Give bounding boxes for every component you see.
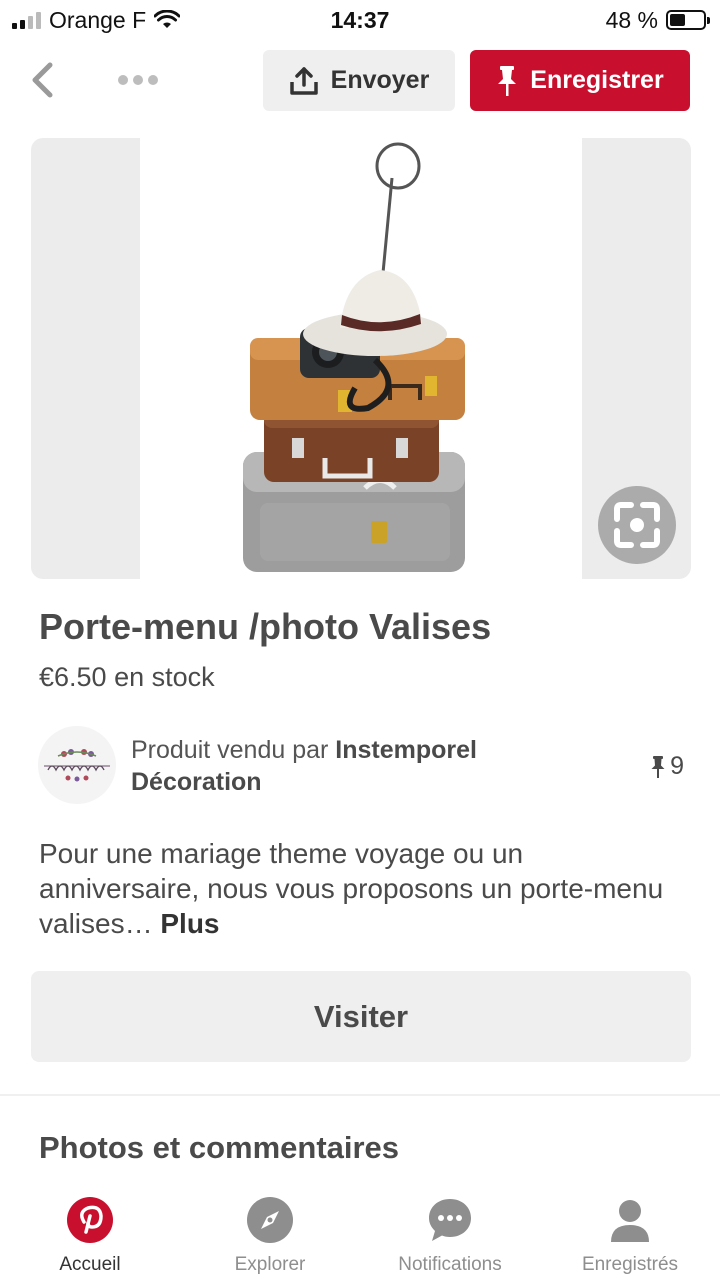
- more-dot-icon: [148, 75, 158, 85]
- person-icon: [606, 1196, 654, 1244]
- pin-count-value: 9: [670, 752, 684, 780]
- compass-icon: [246, 1196, 294, 1244]
- product-description: Pour une mariage theme voyage ou un anni…: [39, 836, 669, 941]
- status-bar: Orange F 14:37 48 %: [0, 0, 720, 40]
- seller-avatar[interactable]: [38, 726, 116, 804]
- pin-icon: [651, 755, 665, 778]
- tab-label: Explorer: [234, 1254, 306, 1275]
- send-label: Envoyer: [330, 66, 430, 94]
- description-text: Pour une mariage theme voyage ou un anni…: [39, 838, 664, 939]
- pinterest-icon: [66, 1196, 114, 1244]
- visit-button[interactable]: Visiter: [31, 971, 691, 1062]
- suitcases-photo-holder-illustration: [243, 142, 465, 572]
- section-title: Photos et commentaires: [39, 1130, 400, 1165]
- tab-label: Accueil: [59, 1254, 121, 1275]
- chevron-left-icon: [32, 62, 53, 98]
- tab-bar: Accueil Explorer Notifications Enregistr…: [0, 1186, 720, 1280]
- save-label: Enregistrer: [530, 66, 664, 94]
- back-button[interactable]: [22, 58, 62, 102]
- tab-label: Notifications: [398, 1254, 502, 1275]
- seller-text: Produit vendu par Instemporel Décoration: [131, 734, 601, 798]
- section-divider: [0, 1094, 720, 1096]
- battery-percentage: 48 %: [605, 6, 658, 33]
- share-upload-icon: [289, 66, 318, 95]
- battery-icon: [666, 10, 710, 30]
- more-dot-icon: [133, 75, 143, 85]
- visual-search-icon: [614, 502, 660, 548]
- seller-row[interactable]: Produit vendu par Instemporel Décoration…: [38, 726, 690, 804]
- battery-info: 48 %: [605, 6, 710, 33]
- tab-label: Enregistrés: [581, 1254, 679, 1275]
- tab-home[interactable]: Accueil: [0, 1196, 180, 1280]
- seller-prefix: Produit vendu par: [131, 736, 336, 764]
- more-options-button[interactable]: [108, 58, 168, 102]
- save-button[interactable]: Enregistrer: [470, 50, 690, 111]
- seller-logo-icon: [44, 749, 110, 782]
- visual-search-button[interactable]: [598, 486, 676, 564]
- send-button[interactable]: Envoyer: [263, 50, 455, 111]
- more-dot-icon: [118, 75, 128, 85]
- product-image-card[interactable]: [31, 138, 691, 579]
- product-image: [140, 138, 582, 579]
- tab-saved[interactable]: Enregistrés: [540, 1196, 720, 1280]
- pin-icon: [498, 65, 517, 96]
- speech-bubble-icon: [426, 1196, 474, 1244]
- product-title: Porte-menu /photo Valises: [39, 606, 492, 647]
- more-link[interactable]: Plus: [160, 908, 219, 939]
- tab-notifications[interactable]: Notifications: [360, 1196, 540, 1280]
- product-price: €6.50 en stock: [39, 662, 215, 692]
- tab-explore[interactable]: Explorer: [180, 1196, 360, 1280]
- top-action-bar: Envoyer Enregistrer: [0, 48, 720, 114]
- pin-count: 9: [650, 752, 684, 781]
